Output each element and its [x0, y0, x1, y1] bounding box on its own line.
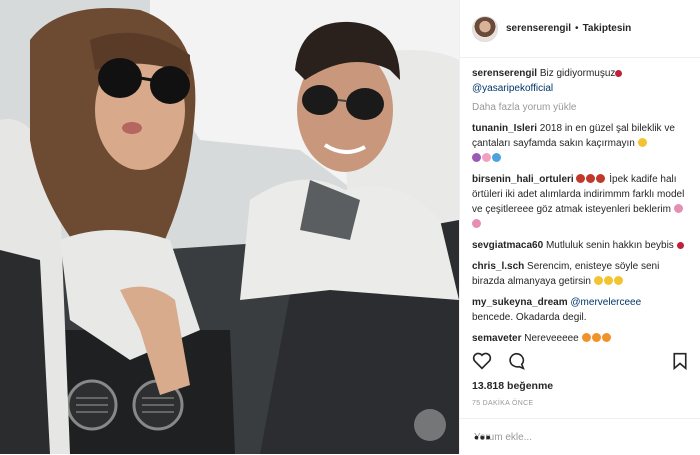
smile-emoji-icon: [613, 276, 623, 285]
blue-heart-icon: [492, 153, 501, 162]
instagram-post: serenserengil • Takiptesin serenserengil…: [0, 0, 700, 454]
balloon-icon: [576, 174, 586, 183]
flower-emoji-icon: [673, 204, 683, 213]
comment-mention[interactable]: @mervelerceee: [570, 297, 641, 308]
heart-emoji-icon: [676, 242, 684, 249]
balloon-icon: [596, 174, 606, 183]
header-separator: •: [575, 23, 579, 34]
purple-heart-icon: [472, 153, 481, 162]
comment-item: tunanin_Isleri 2018 in en güzel şal bile…: [472, 121, 688, 166]
follow-status[interactable]: Takiptesin: [583, 23, 632, 34]
add-comment-bar: Yorum ekle... •••: [460, 418, 700, 455]
heart-icon[interactable]: [472, 352, 492, 370]
comment-item: my_sukeyna_dream @mervelerceee bencede. …: [472, 295, 688, 325]
like-count[interactable]: 13.818 beğenme: [472, 380, 553, 392]
photo-illustration: [0, 0, 459, 454]
post-timestamp: 75 DAKİKA ÖNCE: [472, 400, 534, 407]
comment-item: birsenin_hali_ortuleri İpek kadife halı …: [472, 172, 688, 232]
emoji-icon: [601, 333, 611, 342]
action-bar: [472, 352, 688, 376]
more-options-icon[interactable]: •••: [474, 429, 688, 445]
smile-emoji-icon: [603, 276, 613, 285]
caption-mention[interactable]: @yasaripekofficial: [472, 83, 553, 94]
comment-item: semaveter Nereveeeee: [472, 331, 688, 346]
pink-heart-icon: [482, 153, 491, 162]
comment-item: chris_l.sch Serencim, enisteye söyle sen…: [472, 259, 688, 289]
comment-username[interactable]: my_sukeyna_dream: [472, 297, 568, 308]
speech-bubble-icon[interactable]: [506, 352, 526, 370]
emoji-icon: [591, 333, 601, 342]
comment-item: sevgiatmaca60 Mutluluk senin hakkın beyb…: [472, 238, 688, 253]
smile-emoji-icon: [637, 138, 647, 147]
comments-list: serenserengil Biz gidiyormuşuz @yasaripe…: [460, 58, 700, 346]
caption-username[interactable]: serenserengil: [472, 68, 537, 79]
load-more-comments[interactable]: Daha fazla yorum yükle: [472, 102, 688, 113]
header-username[interactable]: serenserengil: [506, 23, 571, 34]
comment-username[interactable]: semaveter: [472, 333, 521, 344]
emoji-icon: [581, 333, 591, 342]
comment-username[interactable]: chris_l.sch: [472, 261, 524, 272]
comment-text: Mutluluk senin hakkın beybis: [545, 240, 674, 251]
comment-username[interactable]: birsenin_hali_ortuleri: [472, 174, 574, 185]
heart-emoji-icon: [615, 70, 623, 77]
bookmark-icon[interactable]: [672, 352, 688, 370]
comment-text: bencede. Okadarda degil.: [472, 312, 587, 323]
caption-text: Biz gidiyormuşuz: [539, 68, 616, 79]
like-count-number: 13.818: [472, 380, 505, 392]
avatar[interactable]: [472, 15, 498, 42]
post-photo[interactable]: [0, 0, 459, 454]
smile-emoji-icon: [593, 276, 603, 285]
flower-emoji-icon: [472, 219, 481, 228]
post-side-panel: serenserengil • Takiptesin serenserengil…: [459, 0, 700, 454]
comment-username[interactable]: sevgiatmaca60: [472, 240, 543, 251]
post-header: serenserengil • Takiptesin: [460, 0, 700, 58]
comment-username[interactable]: tunanin_Isleri: [472, 123, 537, 134]
like-count-label: beğenme: [507, 380, 554, 392]
caption: serenserengil Biz gidiyormuşuz @yasaripe…: [472, 66, 688, 96]
comment-text: Nereveeeee: [524, 333, 579, 344]
balloon-icon: [586, 174, 596, 183]
